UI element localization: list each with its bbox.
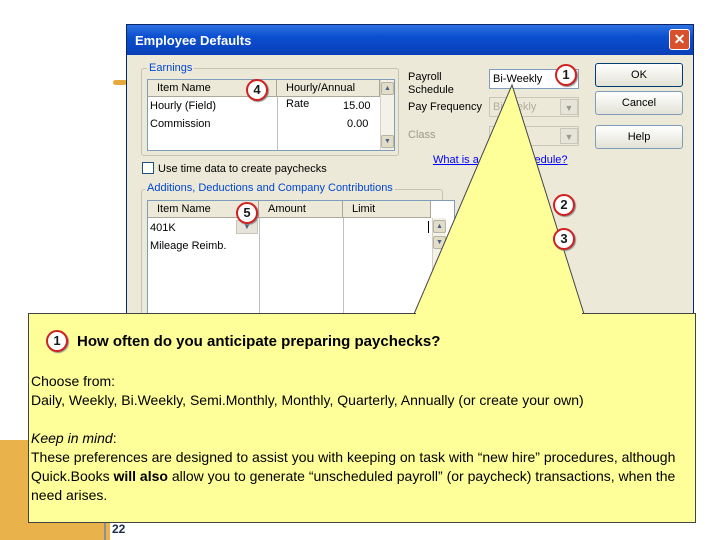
scroll-down-icon[interactable]: ▼ [381,135,394,148]
callout-badge: 1 [46,330,68,352]
callout-pointer-join [416,312,582,320]
help-button[interactable]: Help [595,125,683,149]
step-badge: 4 [246,79,268,101]
earnings-row-name[interactable]: Commission [150,118,211,130]
step-badge: 3 [553,228,575,250]
additions-row-name[interactable]: 401K [150,222,176,234]
cancel-button[interactable]: Cancel [595,91,683,115]
earnings-table[interactable]: Item Name Hourly/Annual Rate Hourly (Fie… [147,79,395,151]
callout-body: These preferences are designed to assist… [31,448,686,505]
callout-body-emphasis: will also [113,468,168,484]
additions-header-amount[interactable]: Amount [259,201,343,218]
use-time-data-checkbox[interactable] [142,162,154,174]
dialog-titlebar: Employee Defaults ✕ [127,25,693,55]
earnings-legend: Earnings [147,62,195,74]
callout-title: How often do you anticipate preparing pa… [77,333,441,350]
callout-keep-in-mind: Keep in mind: [31,429,117,448]
earnings-row-name[interactable]: Hourly (Field) [150,100,216,112]
callout-choices: Daily, Weekly, Bi.Weekly, Semi.Monthly, … [31,392,584,408]
earnings-row-rate[interactable]: 0.00 [347,118,368,130]
keep-in-mind-colon: : [112,430,117,446]
dialog-title: Employee Defaults [135,33,252,48]
close-icon[interactable]: ✕ [669,29,690,50]
column-divider [259,218,260,323]
earnings-scrollbar[interactable]: ▲ ▼ [380,80,394,150]
earnings-header-rate[interactable]: Hourly/Annual Rate [277,80,380,110]
step-badge: 2 [553,194,575,216]
additions-row-name[interactable]: Mileage Reimb. [150,240,226,252]
ok-button[interactable]: OK [595,63,683,87]
step-badge: 5 [236,202,258,224]
column-divider [277,97,278,150]
earnings-row-rate[interactable]: 15.00 [343,100,371,112]
step-badge: 1 [555,64,577,86]
slide-bullet-arrow [113,80,127,85]
column-divider [343,218,344,323]
additions-legend: Additions, Deductions and Company Contri… [145,182,395,194]
slide-page-number: 22 [112,522,126,536]
use-time-data-label: Use time data to create paychecks [158,163,327,175]
callout-choose-label: Choose from: [31,373,116,389]
keep-in-mind-label: Keep in mind [31,430,113,446]
scroll-up-icon[interactable]: ▲ [381,82,394,95]
